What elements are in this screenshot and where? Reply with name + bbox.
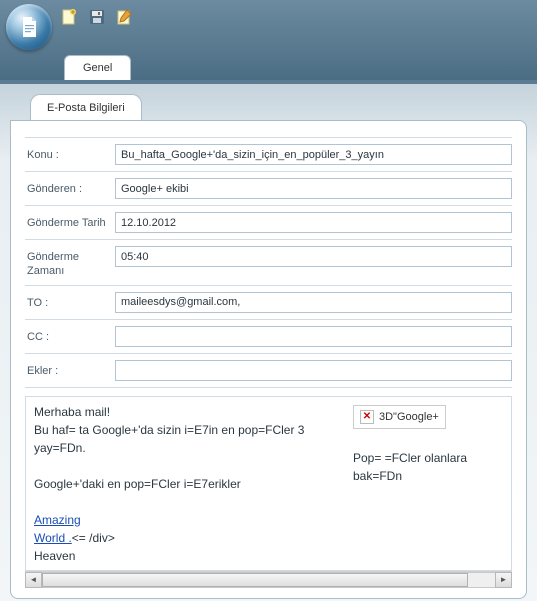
label-cc: CC : (25, 326, 115, 344)
input-to[interactable] (115, 292, 512, 313)
email-body: Merhaba mail! Bu haf= ta Google+'da sizi… (26, 397, 511, 571)
label-konu: Konu : (25, 144, 115, 162)
top-toolbar: Genel (0, 0, 537, 80)
body-line3: Heaven (34, 547, 333, 565)
body-line2: Google+'daki en pop=FCler i=E7erikler (34, 475, 333, 493)
body-link-world[interactable]: World . (34, 531, 72, 545)
input-gonderme-tarih[interactable] (115, 212, 512, 233)
label-to: TO : (25, 292, 115, 310)
email-body-wrapper: Merhaba mail! Bu haf= ta Google+'da sizi… (25, 396, 512, 571)
save-icon[interactable] (86, 6, 108, 28)
input-gonderme-zamani[interactable] (115, 246, 512, 267)
missing-image-placeholder: ✕ 3D"Google+ (353, 405, 446, 430)
label-gonderme-tarih: Gönderme Tarih (25, 212, 115, 230)
scroll-track[interactable] (42, 572, 495, 588)
tab-genel[interactable]: Genel (64, 55, 131, 80)
tab-eposta-bilgileri[interactable]: E-Posta Bilgileri (30, 94, 142, 120)
input-ekler[interactable] (115, 360, 512, 381)
email-info-panel: Konu : Gönderen : Gönderme Tarih Gönderm… (10, 120, 527, 599)
document-icon[interactable] (6, 4, 52, 50)
horizontal-scrollbar[interactable]: ◄ ► (25, 571, 512, 588)
edit-icon[interactable] (114, 6, 136, 28)
input-konu[interactable] (115, 144, 512, 165)
scroll-thumb[interactable] (42, 573, 468, 587)
broken-image-icon: ✕ (360, 410, 374, 424)
body-link2-suffix: <= /div> (72, 531, 115, 545)
missing-image-alt: 3D"Google+ (379, 409, 439, 426)
label-gonderme-zamani: Gönderme Zamanı (25, 246, 115, 279)
input-gonderen[interactable] (115, 178, 512, 199)
body-link-amazing[interactable]: Amazing (34, 513, 81, 527)
input-cc[interactable] (115, 326, 512, 347)
label-gonderen: Gönderen : (25, 178, 115, 196)
scroll-left-icon[interactable]: ◄ (25, 572, 42, 588)
label-ekler: Ekler : (25, 360, 115, 378)
new-icon[interactable] (58, 6, 80, 28)
body-right-text: Pop= =FCler olanlara bak=FDn (353, 449, 503, 485)
body-greeting: Merhaba mail! (34, 403, 333, 421)
scroll-right-icon[interactable]: ► (495, 572, 512, 588)
content-area: E-Posta Bilgileri Konu : Gönderen : Gönd… (0, 80, 537, 601)
body-line1: Bu haf= ta Google+'da sizin i=E7in en po… (34, 421, 333, 457)
